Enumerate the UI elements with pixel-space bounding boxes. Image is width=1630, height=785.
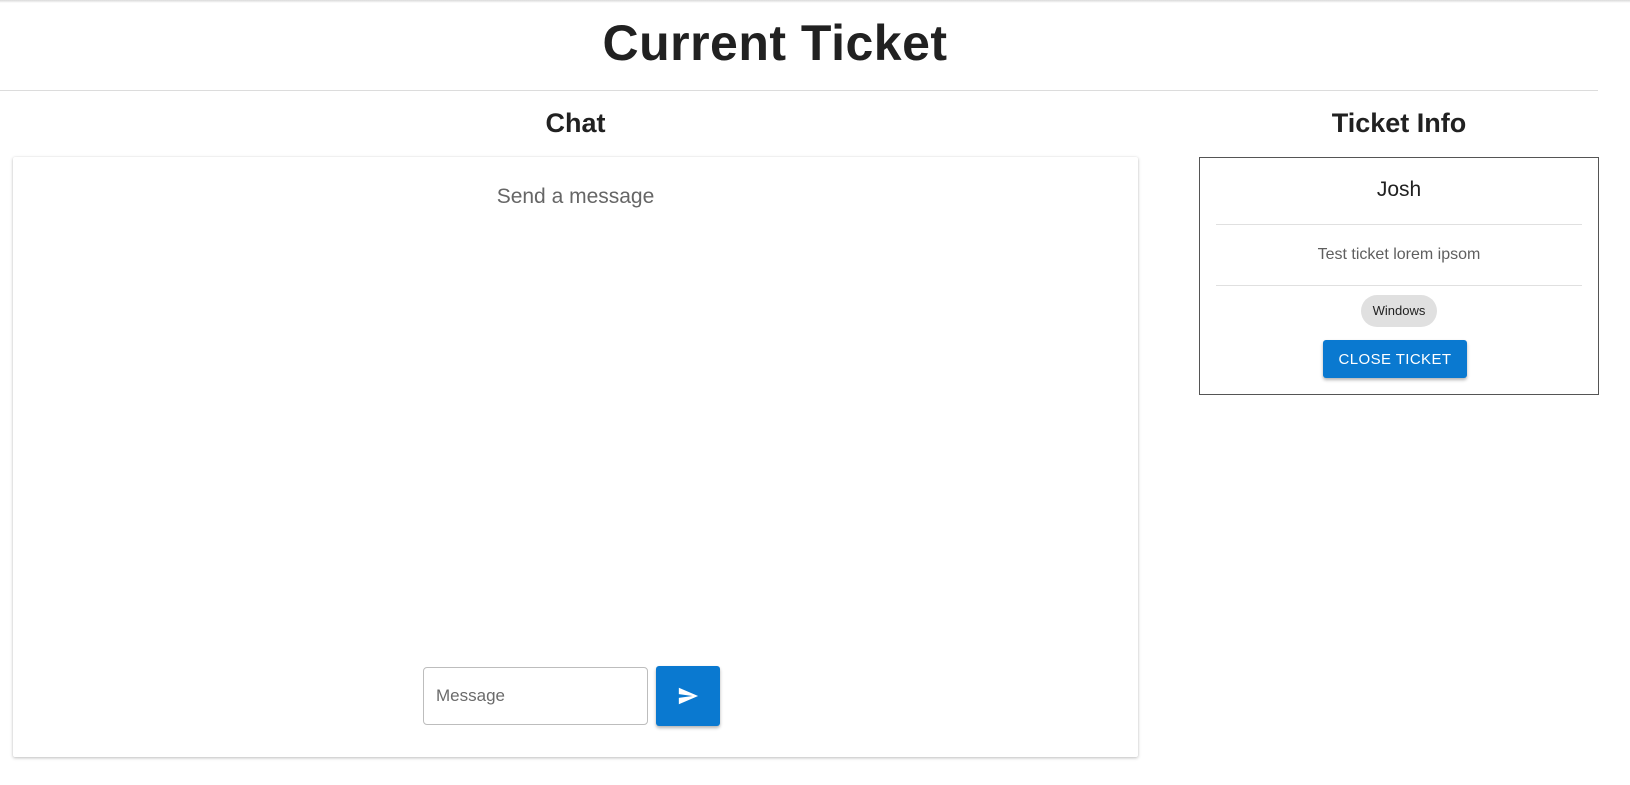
ticket-info-heading: Ticket Info — [1331, 108, 1467, 138]
ticket-description: Test ticket lorem ipsom — [1317, 246, 1481, 263]
tag-chip: Windows — [1360, 295, 1438, 327]
chat-panel: Send a message — [13, 157, 1138, 757]
chat-empty-message: Send a message — [496, 185, 655, 208]
send-button[interactable] — [656, 666, 720, 726]
page-title: Current Ticket — [602, 15, 948, 71]
message-input[interactable] — [423, 667, 648, 725]
card-divider — [1216, 285, 1582, 286]
chat-heading: Chat — [545, 108, 606, 138]
card-divider — [1216, 224, 1582, 225]
ticket-info-card: Josh Test ticket lorem ipsom Windows CLO… — [1199, 157, 1599, 395]
ticket-owner-name: Josh — [1376, 178, 1422, 201]
message-composer — [423, 666, 720, 726]
top-shadow — [0, 0, 1630, 3]
tag-row: Windows — [1200, 295, 1598, 327]
send-icon — [678, 687, 699, 705]
close-ticket-button[interactable]: CLOSE TICKET — [1323, 340, 1467, 378]
title-divider — [0, 90, 1598, 91]
